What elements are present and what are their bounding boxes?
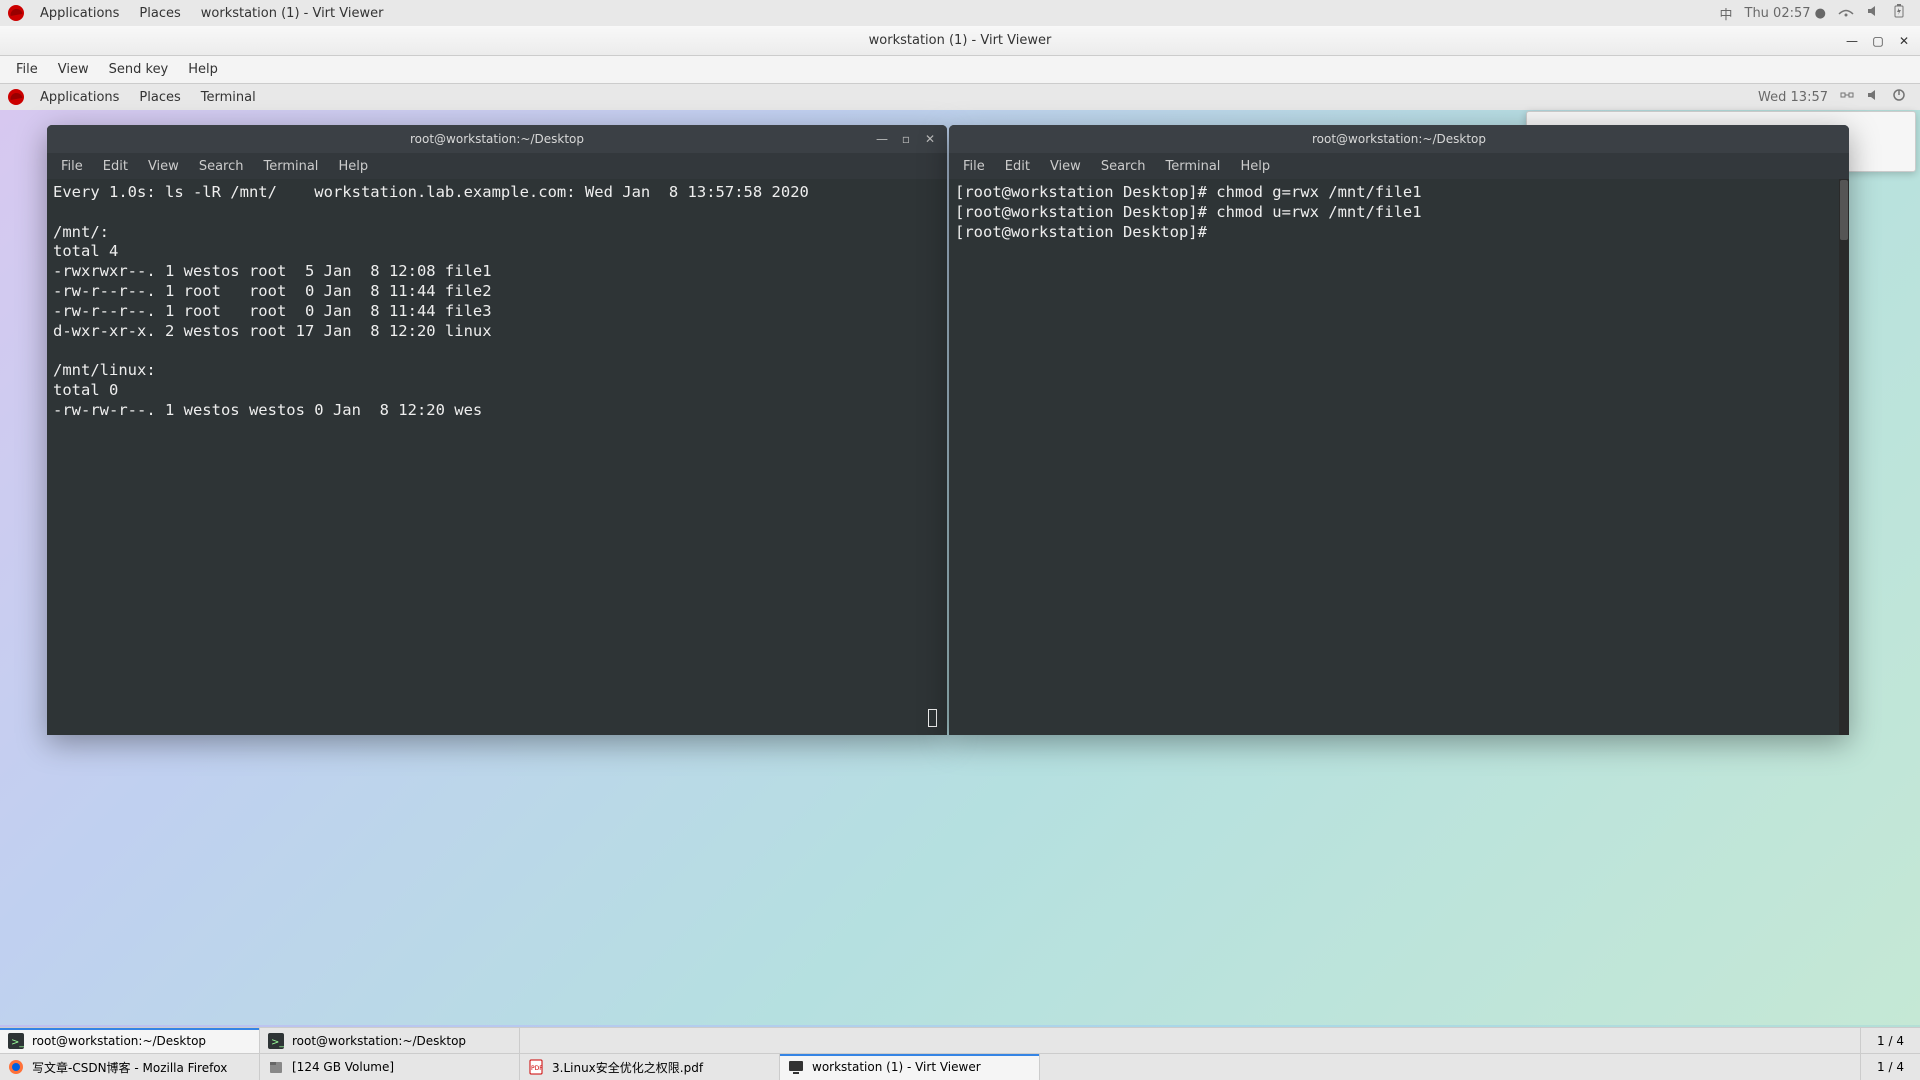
terminal-icon: >_ bbox=[8, 1033, 24, 1049]
maximize-button[interactable]: ▫ bbox=[895, 130, 917, 148]
minimize-button[interactable]: — bbox=[1840, 31, 1864, 51]
host-menu-applications[interactable]: Applications bbox=[30, 6, 129, 21]
terminal-menu-help[interactable]: Help bbox=[1230, 157, 1280, 176]
terminal-window-left[interactable]: root@workstation:~/Desktop — ▫ ✕ File Ed… bbox=[47, 125, 947, 735]
terminal-menu-edit[interactable]: Edit bbox=[995, 157, 1040, 176]
viewer-menu-help[interactable]: Help bbox=[178, 59, 228, 80]
taskbar-item-label: workstation (1) - Virt Viewer bbox=[812, 1060, 981, 1074]
wifi-icon[interactable] bbox=[1838, 5, 1854, 21]
terminal-menu-view[interactable]: View bbox=[1040, 157, 1091, 176]
terminal-window-right[interactable]: root@workstation:~/Desktop File Edit Vie… bbox=[949, 125, 1849, 735]
redhat-icon bbox=[8, 5, 24, 21]
terminal-menu-search[interactable]: Search bbox=[1091, 157, 1156, 176]
host-active-app[interactable]: workstation (1) - Virt Viewer bbox=[191, 6, 394, 21]
guest-menu-applications[interactable]: Applications bbox=[30, 90, 129, 105]
host-taskbar-lower: 写文章-CSDN博客 - Mozilla Firefox [124 GB Volu… bbox=[0, 1053, 1920, 1080]
close-button[interactable]: ✕ bbox=[1892, 31, 1916, 51]
guest-top-panel: Applications Places Terminal Wed 13:57 bbox=[0, 84, 1920, 110]
input-method-indicator[interactable]: 中 bbox=[1719, 4, 1732, 23]
taskbar-item[interactable]: PDF 3.Linux安全优化之权限.pdf bbox=[520, 1054, 780, 1080]
terminal-menubar: File Edit View Search Terminal Help bbox=[949, 153, 1849, 179]
taskbar-item[interactable]: [124 GB Volume] bbox=[260, 1054, 520, 1080]
terminal-menu-help[interactable]: Help bbox=[328, 157, 378, 176]
terminal-icon: >_ bbox=[268, 1033, 284, 1049]
files-icon bbox=[268, 1059, 284, 1075]
close-button[interactable]: ✕ bbox=[919, 130, 941, 148]
terminal-scrollbar[interactable] bbox=[1839, 179, 1849, 735]
taskbar-item[interactable]: >_ root@workstation:~/Desktop bbox=[0, 1028, 260, 1054]
terminal-menu-terminal[interactable]: Terminal bbox=[1155, 157, 1230, 176]
terminal-menu-terminal[interactable]: Terminal bbox=[253, 157, 328, 176]
host-clock[interactable]: Thu 02:57 ● bbox=[1745, 6, 1827, 21]
taskbar-item[interactable]: >_ root@workstation:~/Desktop bbox=[260, 1028, 520, 1054]
host-taskbar-upper: >_ root@workstation:~/Desktop >_ root@works… bbox=[0, 1027, 1920, 1054]
viewer-titlebar[interactable]: workstation (1) - Virt Viewer — ▢ ✕ bbox=[0, 26, 1920, 56]
firefox-icon bbox=[8, 1059, 24, 1075]
battery-icon[interactable] bbox=[1892, 4, 1906, 22]
taskbar-item-label: root@workstation:~/Desktop bbox=[292, 1034, 466, 1048]
network-icon[interactable] bbox=[1840, 88, 1854, 106]
terminal-menu-file[interactable]: File bbox=[51, 157, 93, 176]
host-menu-places[interactable]: Places bbox=[129, 6, 190, 21]
virt-icon bbox=[788, 1059, 804, 1075]
terminal-menu-search[interactable]: Search bbox=[189, 157, 254, 176]
terminal-menubar: File Edit View Search Terminal Help bbox=[47, 153, 947, 179]
guest-menu-places[interactable]: Places bbox=[129, 90, 190, 105]
viewer-menu-sendkey[interactable]: Send key bbox=[99, 59, 179, 80]
maximize-button[interactable]: ▢ bbox=[1866, 31, 1890, 51]
power-icon[interactable] bbox=[1892, 88, 1906, 106]
guest-desktop[interactable]: 西部开源 Applications Places Terminal Wed 13… bbox=[0, 84, 1920, 1025]
viewer-menu-view[interactable]: View bbox=[48, 59, 99, 80]
taskbar-item-label: 3.Linux安全优化之权限.pdf bbox=[552, 1059, 703, 1076]
redhat-icon bbox=[8, 89, 24, 105]
taskbar-item-label: root@workstation:~/Desktop bbox=[32, 1034, 206, 1048]
terminal-menu-edit[interactable]: Edit bbox=[93, 157, 138, 176]
taskbar-item-label: [124 GB Volume] bbox=[292, 1060, 394, 1074]
svg-text:>_: >_ bbox=[271, 1037, 284, 1048]
workspace-pager[interactable]: 1 / 4 bbox=[1860, 1028, 1920, 1054]
terminal-titlebar[interactable]: root@workstation:~/Desktop bbox=[949, 125, 1849, 153]
terminal-titlebar[interactable]: root@workstation:~/Desktop — ▫ ✕ bbox=[47, 125, 947, 153]
guest-clock[interactable]: Wed 13:57 bbox=[1758, 90, 1828, 105]
taskbar-item[interactable]: 写文章-CSDN博客 - Mozilla Firefox bbox=[0, 1054, 260, 1080]
workspace-pager[interactable]: 1 / 4 bbox=[1860, 1054, 1920, 1080]
terminal-title-text: root@workstation:~/Desktop bbox=[410, 132, 584, 146]
viewer-title-text: workstation (1) - Virt Viewer bbox=[869, 33, 1052, 48]
terminal-output[interactable]: Every 1.0s: ls -lR /mnt/ workstation.lab… bbox=[47, 179, 947, 735]
svg-text:>_: >_ bbox=[11, 1037, 24, 1048]
terminal-menu-file[interactable]: File bbox=[953, 157, 995, 176]
taskbar-item[interactable]: workstation (1) - Virt Viewer bbox=[780, 1054, 1040, 1080]
terminal-title-text: root@workstation:~/Desktop bbox=[1312, 132, 1486, 146]
volume-icon[interactable] bbox=[1866, 4, 1880, 22]
terminal-output[interactable]: [root@workstation Desktop]# chmod g=rwx … bbox=[949, 179, 1849, 735]
viewer-menu-file[interactable]: File bbox=[6, 59, 48, 80]
terminal-menu-view[interactable]: View bbox=[138, 157, 189, 176]
host-top-panel: Applications Places workstation (1) - Vi… bbox=[0, 0, 1920, 26]
minimize-button[interactable]: — bbox=[871, 130, 893, 148]
taskbar-item-label: 写文章-CSDN博客 - Mozilla Firefox bbox=[32, 1059, 227, 1076]
guest-menu-terminal[interactable]: Terminal bbox=[191, 90, 266, 105]
viewer-menubar: File View Send key Help bbox=[0, 56, 1920, 84]
pdf-icon: PDF bbox=[528, 1059, 544, 1075]
volume-icon[interactable] bbox=[1866, 88, 1880, 106]
svg-text:PDF: PDF bbox=[531, 1065, 543, 1072]
